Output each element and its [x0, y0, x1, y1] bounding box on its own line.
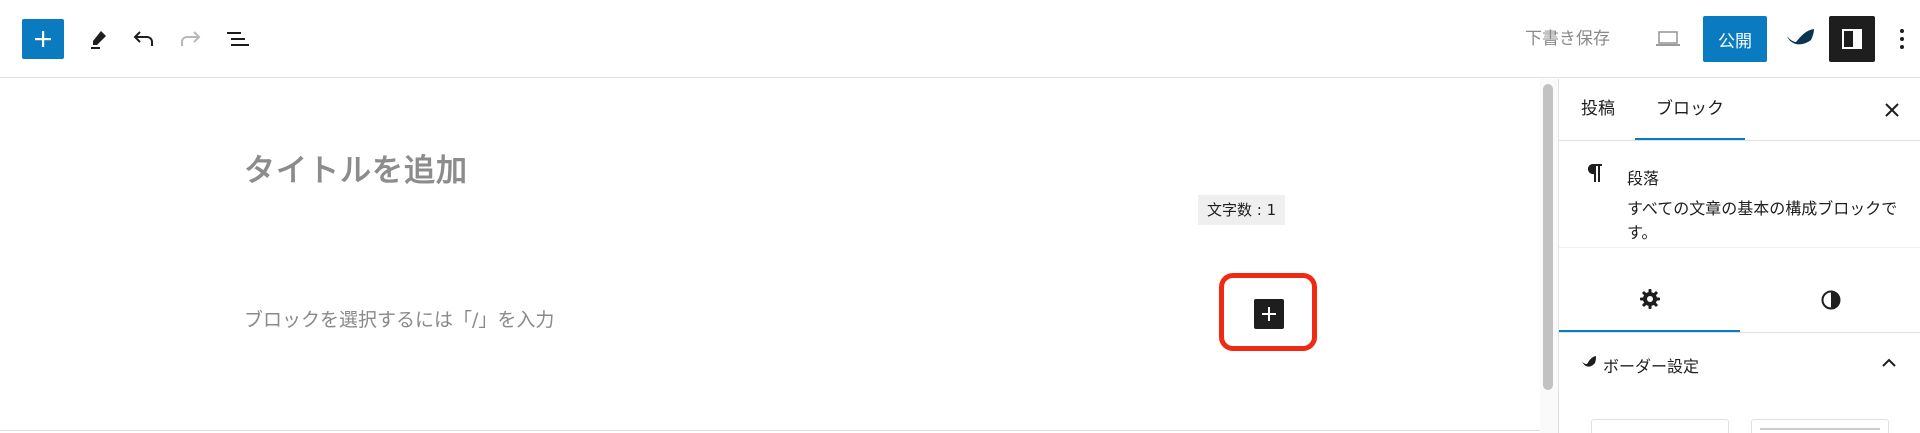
more-vertical-icon	[1900, 29, 1904, 49]
close-icon	[1885, 103, 1899, 117]
tools-button[interactable]	[78, 19, 118, 59]
plus-icon	[35, 31, 51, 47]
border-settings-panel-toggle[interactable]: ボーダー設定	[1559, 333, 1920, 393]
post-title-input[interactable]: タイトルを追加	[244, 145, 468, 190]
canvas-divider	[0, 430, 1540, 431]
block-card-title: 段落	[1627, 169, 1660, 188]
tab-block-styles[interactable]	[1740, 268, 1920, 332]
sidebar-divider	[1559, 140, 1920, 141]
leaf-icon	[1787, 29, 1814, 45]
redo-icon	[181, 31, 201, 46]
chevron-up-icon	[1882, 358, 1896, 367]
inline-block-inserter-button[interactable]	[1254, 299, 1284, 329]
preview-button[interactable]	[1648, 19, 1688, 59]
undo-button[interactable]	[124, 19, 164, 59]
plugin-button[interactable]	[1780, 19, 1820, 59]
border-style-option[interactable]	[1591, 419, 1729, 433]
gear-icon	[1639, 289, 1660, 309]
save-draft-button[interactable]: 下書き保存	[1525, 26, 1610, 52]
word-count-badge: 文字数 : 1	[1198, 195, 1286, 225]
paragraph-block-input[interactable]: ブロックを選択するには「/」を入力	[244, 305, 554, 332]
list-view-button[interactable]	[218, 19, 258, 59]
block-card-description: すべての文章の基本の構成ブロックです。	[1627, 199, 1898, 242]
sidebar-divider	[1559, 247, 1920, 248]
tab-post[interactable]: 投稿	[1581, 79, 1615, 140]
close-sidebar-button[interactable]	[1879, 97, 1905, 123]
editor-toolbar: 下書き保存 公開	[0, 0, 1920, 78]
options-button[interactable]	[1890, 19, 1914, 59]
block-inserter-toggle[interactable]	[22, 19, 64, 59]
pencil-icon	[91, 31, 106, 49]
list-view-icon	[227, 32, 249, 46]
tab-block[interactable]: ブロック	[1635, 79, 1745, 140]
settings-sidebar: 投稿 ブロック 段落 すべての文章の基本の構成ブロックです。 ボーダー設定	[1558, 79, 1920, 433]
undo-icon	[133, 31, 153, 46]
half-circle-icon	[1821, 290, 1840, 310]
plus-icon	[1262, 307, 1276, 321]
leaf-icon	[1582, 356, 1596, 367]
border-style-option[interactable]	[1751, 419, 1889, 433]
laptop-icon	[1656, 31, 1680, 46]
block-editor: 下書き保存 公開 タイトルを追加 文字数: 1 ブロックを選択するには「/」を…	[0, 0, 1920, 433]
settings-toggle-button[interactable]	[1829, 16, 1875, 62]
tab-block-settings[interactable]	[1559, 268, 1740, 332]
canvas-scrollbar-thumb[interactable]	[1543, 84, 1553, 390]
paragraph-icon	[1587, 164, 1602, 182]
border-settings-panel-title: ボーダー設定	[1603, 357, 1700, 376]
redo-button[interactable]	[170, 19, 210, 59]
editor-canvas: タイトルを追加 文字数 : 1 ブロックを選択するには「/」を入力	[0, 79, 1540, 433]
publish-button[interactable]: 公開	[1703, 16, 1767, 62]
sidebar-icon	[1842, 29, 1862, 49]
